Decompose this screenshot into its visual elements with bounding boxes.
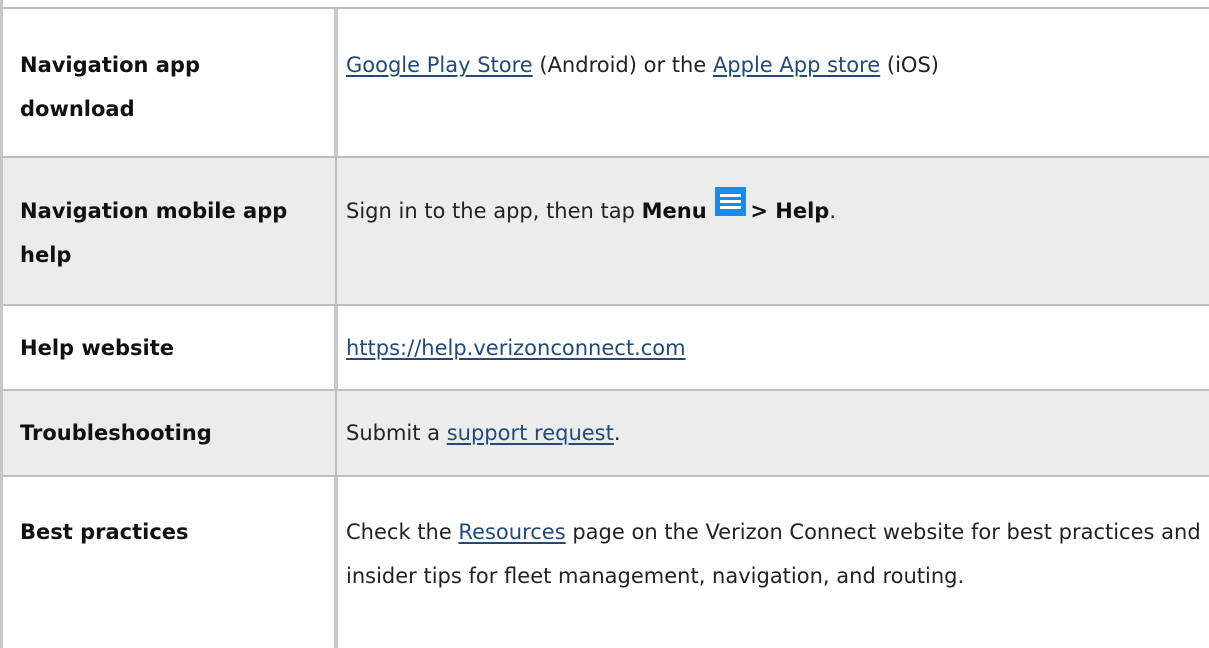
google-play-store-link[interactable]: Google Play Store bbox=[346, 53, 533, 77]
row-value-troubleshooting: Submit a support request. bbox=[346, 411, 1206, 455]
row-value-app-download: Google Play Store (Android) or the Apple… bbox=[346, 43, 1206, 87]
help-website-link[interactable]: https://help.verizonconnect.com bbox=[346, 336, 686, 360]
row-value-help-website: https://help.verizonconnect.com bbox=[346, 326, 1206, 370]
support-request-link[interactable]: support request bbox=[447, 421, 614, 445]
value-text: . bbox=[613, 421, 621, 445]
row-label-troubleshooting: Troubleshooting bbox=[20, 421, 212, 445]
column-divider bbox=[334, 477, 338, 648]
table-row: Help website https://help.verizonconnect… bbox=[3, 304, 1209, 390]
column-divider bbox=[335, 391, 337, 476]
table-row: Best practices Check the Resources page … bbox=[3, 475, 1209, 648]
row-value-best-practices: Check the Resources page on the Verizon … bbox=[346, 510, 1206, 598]
column-divider bbox=[335, 158, 337, 305]
value-text: Sign in to the app, then tap bbox=[346, 199, 642, 223]
row-label-mobile-app-help: Navigation mobile app help bbox=[20, 199, 288, 267]
resources-table: Navigation app download Google Play Stor… bbox=[0, 0, 1209, 648]
value-text: Check the bbox=[346, 520, 459, 544]
row-label-best-practices: Best practices bbox=[20, 520, 189, 544]
value-text: (iOS) bbox=[880, 53, 939, 77]
column-divider bbox=[334, 306, 338, 390]
column-divider bbox=[334, 9, 338, 157]
apple-app-store-link[interactable]: Apple App store bbox=[713, 53, 880, 77]
value-text: (Android) or the bbox=[532, 53, 713, 77]
table-row: Navigation mobile app help Sign in to th… bbox=[3, 156, 1209, 305]
row-value-mobile-app-help: Sign in to the app, then tap Menu > Help… bbox=[346, 187, 1206, 233]
resources-link[interactable]: Resources bbox=[458, 520, 565, 544]
row-label-app-download: Navigation app download bbox=[20, 53, 200, 121]
value-text: Submit a bbox=[346, 421, 447, 445]
menu-bold-text: Menu bbox=[641, 199, 707, 223]
table-row: Troubleshooting Submit a support request… bbox=[3, 389, 1209, 476]
help-bold-text: > Help bbox=[750, 199, 830, 223]
table-row: Navigation app download Google Play Stor… bbox=[3, 7, 1209, 157]
row-label-help-website: Help website bbox=[20, 336, 175, 360]
hamburger-menu-icon bbox=[715, 187, 747, 216]
value-text: . bbox=[829, 199, 837, 223]
